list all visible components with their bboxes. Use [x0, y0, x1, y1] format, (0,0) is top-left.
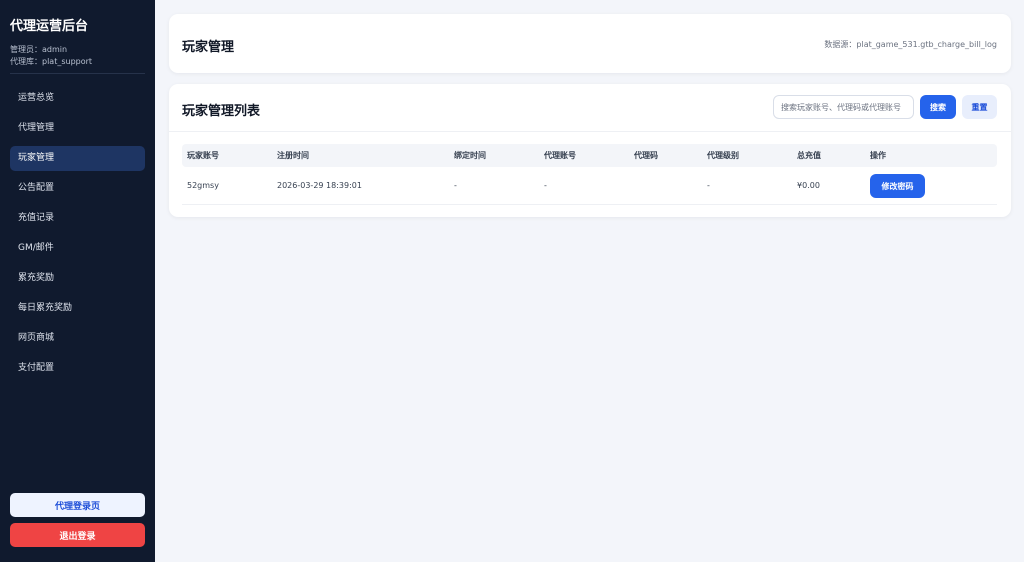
sidebar-item-recharge-records[interactable]: 充值记录	[10, 206, 145, 231]
sidebar-item-announcements[interactable]: 公告配置	[10, 176, 145, 201]
column-header-player: 玩家账号	[187, 151, 219, 160]
column-header-registered: 注册时间	[277, 151, 309, 160]
sidebar-item-daily-cumulative-rewards[interactable]: 每日累充奖励	[10, 296, 145, 321]
sidebar-item-players[interactable]: 玩家管理	[10, 146, 145, 171]
admin-info: 管理员：admin	[10, 45, 68, 54]
db-info: 代理库：plat_support	[10, 57, 93, 66]
player-table: 玩家账号 注册时间 绑定时间 代理账号 代理码 代理级别 总充值 操作 52gm…	[182, 144, 997, 205]
header-card: 玩家管理 数据源：plat_game_531.gtb_charge_bill_l…	[169, 14, 1011, 73]
page-title: 玩家管理	[182, 40, 235, 55]
sidebar-item-payment-config[interactable]: 支付配置	[10, 356, 145, 381]
column-header-actions: 操作	[870, 151, 886, 160]
logout-button[interactable]: 退出登录	[10, 523, 145, 547]
cell-registered: 2026-03-29 18:39:01	[277, 181, 362, 190]
cell-total-recharge: ¥0.00	[797, 181, 820, 190]
cell-agent-account: -	[544, 181, 547, 190]
sidebar-item-overview[interactable]: 运营总览	[10, 86, 145, 111]
app-title: 代理运营后台	[10, 19, 89, 34]
sidebar-divider	[10, 73, 145, 74]
datasource-label: 数据源：plat_game_531.gtb_charge_bill_log	[824, 40, 997, 49]
cell-agent-level: -	[707, 181, 710, 190]
column-header-agent-level: 代理级别	[707, 151, 739, 160]
change-password-button[interactable]: 修改密码	[870, 174, 925, 198]
sidebar-item-cumulative-rewards[interactable]: 累充奖励	[10, 266, 145, 291]
sidebar-item-web-shop[interactable]: 网页商城	[10, 326, 145, 351]
player-list-card: 玩家管理列表 搜索 重置 玩家账号 注册时间 绑定时间 代理账号 代理码 代理级…	[169, 84, 1011, 217]
cell-bound: -	[454, 181, 457, 190]
list-title: 玩家管理列表	[182, 104, 261, 119]
search-input[interactable]	[773, 95, 914, 119]
sidebar-nav: 运营总览 代理管理 玩家管理 公告配置 充值记录 GM/邮件 累充奖励 每日累充…	[10, 86, 145, 386]
agent-login-button[interactable]: 代理登录页	[10, 493, 145, 517]
card-divider	[169, 131, 1011, 132]
column-header-total-recharge: 总充值	[797, 151, 821, 160]
column-header-bound: 绑定时间	[454, 151, 486, 160]
search-button[interactable]: 搜索	[920, 95, 956, 119]
sidebar: 代理运营后台 管理员：admin 代理库：plat_support 运营总览 代…	[0, 0, 155, 562]
table-header: 玩家账号 注册时间 绑定时间 代理账号 代理码 代理级别 总充值 操作	[182, 144, 997, 167]
sidebar-item-gm-mail[interactable]: GM/邮件	[10, 236, 145, 261]
reset-button[interactable]: 重置	[962, 95, 997, 119]
table-row: 52gmsy 2026-03-29 18:39:01 - - - ¥0.00 修…	[182, 167, 997, 205]
cell-player: 52gmsy	[187, 181, 219, 190]
column-header-agent-account: 代理账号	[544, 151, 576, 160]
column-header-agent-code: 代理码	[634, 151, 658, 160]
sidebar-item-agents[interactable]: 代理管理	[10, 116, 145, 141]
